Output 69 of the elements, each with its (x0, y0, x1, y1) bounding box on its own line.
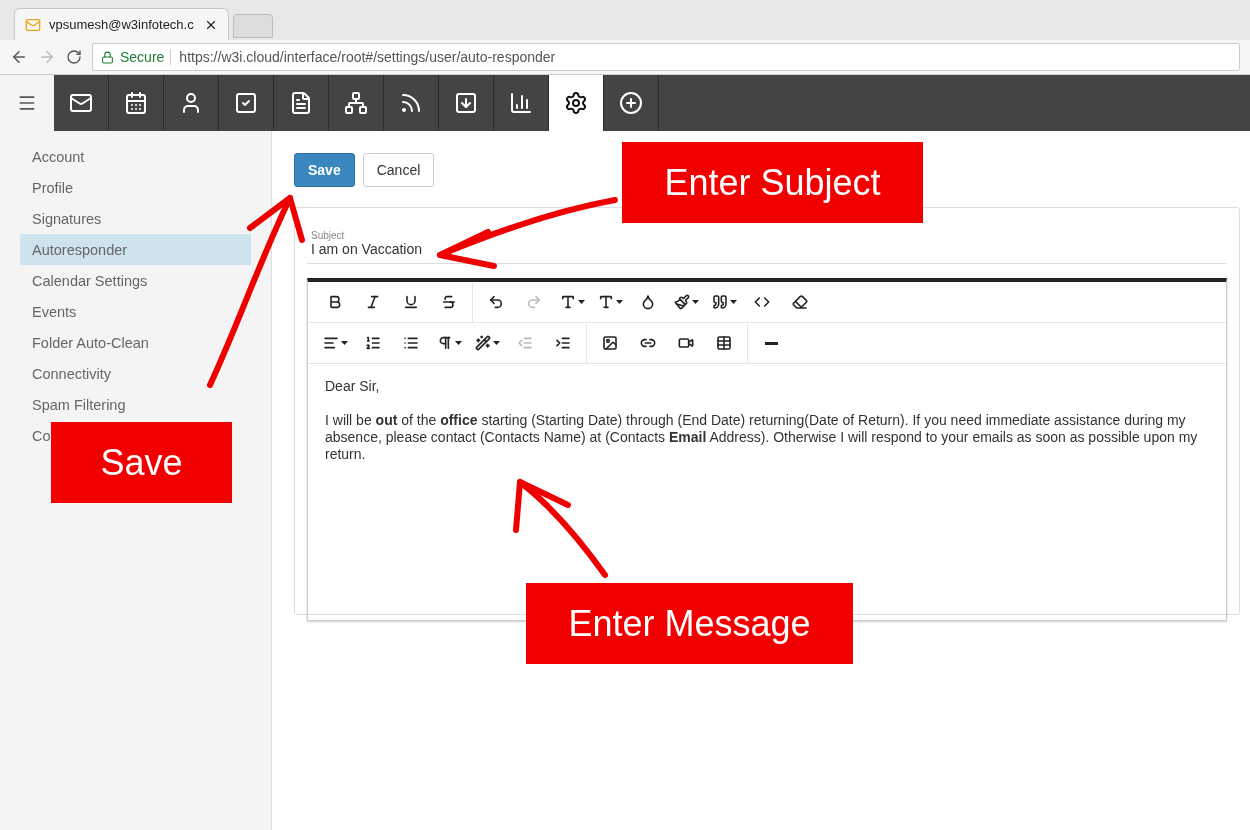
secure-label: Secure (120, 49, 165, 65)
sidebar-item[interactable]: Spam Filtering (20, 389, 126, 420)
text-size-icon (597, 294, 614, 310)
reload-icon[interactable] (66, 49, 82, 65)
caret-icon (492, 341, 500, 345)
browser-tab[interactable]: vpsumesh@w3infotech.c (14, 8, 229, 40)
plus-circle-icon (619, 91, 643, 115)
font-icon (559, 294, 576, 310)
sidebar-item[interactable]: Events (20, 296, 77, 327)
sidebar-item[interactable]: Account (20, 141, 85, 172)
document-icon (289, 91, 313, 115)
caret-icon (729, 300, 737, 304)
back-icon[interactable] (10, 48, 28, 66)
address-bar[interactable]: Secure https://w3i.cloud/interface/root#/settings/user/auto-responder (92, 43, 1240, 71)
caret-icon (577, 300, 585, 304)
cancel-button[interactable]: Cancel (362, 153, 435, 187)
download-box-icon (454, 91, 478, 115)
bullet-list-icon (403, 335, 419, 351)
sidebar-item[interactable]: Calendar Settings (20, 265, 148, 296)
table-icon (716, 335, 732, 351)
video-icon (678, 335, 694, 351)
calendar-icon (124, 91, 148, 115)
callout-label: Enter Subject (622, 142, 923, 223)
mail-icon (69, 91, 93, 115)
image-icon (602, 335, 618, 351)
caret-icon (691, 300, 699, 304)
caret-icon (615, 300, 623, 304)
sidebar-item[interactable]: Autoresponder (20, 234, 251, 265)
brush-icon (673, 294, 690, 310)
message-paragraph: Dear Sir, (325, 378, 381, 395)
italic-icon (365, 294, 381, 310)
outdent-icon (517, 335, 533, 351)
ordered-list-icon (365, 335, 381, 351)
app-button[interactable] (549, 75, 604, 131)
underline-icon (403, 294, 419, 310)
eraser-icon (792, 294, 808, 310)
mail-icon (25, 16, 41, 33)
quote-icon (711, 294, 728, 310)
menu-icon[interactable] (17, 93, 37, 113)
url-text: https://w3i.cloud/interface/root#/settings/user/auto-responder (170, 49, 556, 65)
align-icon (322, 335, 339, 351)
settings-icon (564, 91, 588, 115)
callout-label: Enter Message (526, 583, 853, 664)
checkbox-icon (234, 91, 258, 115)
bold-icon (327, 294, 343, 310)
subject-label: Subject (311, 230, 346, 241)
hierarchy-icon (344, 91, 368, 115)
sidebar-item[interactable]: Signatures (20, 203, 102, 234)
sidebar-item[interactable]: Profile (20, 172, 74, 203)
subject-field[interactable]: I am on Vaccation (311, 241, 1223, 257)
sidebar-item[interactable]: Folder Auto-Clean (20, 327, 149, 358)
caret-icon (454, 341, 462, 345)
save-button[interactable]: Save (294, 153, 355, 187)
callout-label: Save (51, 422, 232, 503)
sidebar-item[interactable]: Co (20, 420, 51, 451)
message-paragraph: I will be out of the office starting (Starting Date) through (End Date) returning(Date of Return). If you need immediate assistance during my absence, please contact (Contacts Name) at (Contacts Email Address). Otherwise I will respond to your emails as soon as possible upon my return. (325, 412, 1199, 463)
tab-title: vpsumesh@w3infotech.c (49, 17, 195, 32)
indent-icon (555, 335, 571, 351)
code-icon (754, 294, 770, 310)
wand-icon (474, 335, 491, 351)
bar-chart-icon (509, 91, 533, 115)
lock-icon (101, 50, 114, 64)
undo-icon (488, 294, 504, 310)
redo-icon (526, 294, 542, 310)
rss-icon (399, 91, 423, 115)
strikethrough-icon (441, 294, 457, 310)
caret-icon (340, 341, 348, 345)
sidebar-item[interactable]: Connectivity (20, 358, 111, 389)
droplet-icon (640, 294, 656, 310)
